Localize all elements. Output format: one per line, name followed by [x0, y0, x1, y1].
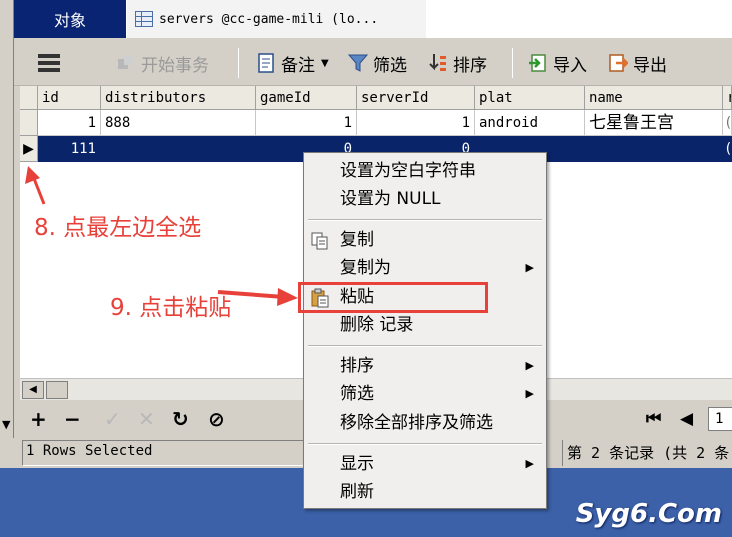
cell-distributors[interactable] — [101, 136, 256, 162]
cell-distributors[interactable]: 888 — [101, 110, 256, 136]
discard-changes-icon[interactable]: ✕ — [138, 408, 155, 430]
paste-highlight-box — [298, 282, 488, 313]
first-page-icon[interactable]: ⏮ — [646, 408, 661, 430]
column-header-r[interactable]: r — [723, 86, 732, 110]
refresh-icon[interactable]: ↻ — [172, 408, 189, 430]
copy-icon — [311, 232, 328, 250]
menu-remove-all-sort-filter[interactable]: 移除全部排序及筛选 — [304, 409, 546, 437]
row-indicator[interactable] — [20, 110, 38, 136]
tab-objects-label: 对象 — [53, 11, 86, 30]
annotation-step-8: 8. 点最左边全选 — [34, 215, 202, 241]
stop-icon[interactable]: ⊘ — [208, 408, 225, 430]
menu-set-empty-string[interactable]: 设置为空白字符串 — [304, 157, 546, 185]
menu-sort-label: 排序 — [340, 356, 374, 376]
menu-display-label: 显示 — [340, 454, 374, 474]
tab-scroll-handle[interactable] — [0, 0, 14, 38]
sort-icon — [429, 54, 446, 71]
sort-button[interactable]: 排序 — [428, 50, 487, 76]
table-grid-icon — [135, 11, 153, 27]
menu-copy-as[interactable]: 复制为 ▶ — [304, 254, 546, 282]
column-header-name[interactable]: name — [585, 86, 723, 110]
delete-record-icon[interactable]: − — [64, 408, 81, 430]
cell-gameid[interactable]: 1 — [256, 110, 357, 136]
memo-icon — [258, 53, 274, 73]
tab-strip-empty — [426, 0, 732, 38]
annotation-step-9: 9. 点击粘贴 — [110, 295, 232, 321]
memo-button[interactable]: 备注 ▼ — [256, 50, 329, 76]
cell-r[interactable]: ( — [723, 136, 732, 162]
column-header-gameid[interactable]: gameId — [256, 86, 357, 110]
memo-dropdown-icon[interactable]: ▼ — [321, 58, 329, 69]
tab-servers[interactable]: servers @cc-game-mili (lo... — [126, 0, 426, 38]
record-status: 第 2 条记录 (共 2 条) — [562, 440, 732, 466]
context-menu: 设置为空白字符串 设置为 NULL 复制 复制为 ▶ 粘贴 删除 记录 排序 ▶… — [303, 152, 547, 509]
submenu-arrow-icon: ▶ — [525, 457, 534, 470]
filter-label: 筛选 — [373, 55, 407, 76]
memo-label: 备注 — [281, 55, 315, 76]
cell-id[interactable]: 111 — [38, 136, 101, 162]
menu-separator — [308, 443, 542, 445]
left-rail — [0, 38, 14, 438]
add-record-icon[interactable]: + — [30, 408, 47, 430]
apply-changes-icon[interactable]: ✓ — [104, 408, 121, 430]
transaction-icon — [118, 56, 133, 69]
current-row-pointer-icon[interactable]: ▶ — [20, 136, 38, 162]
cell-id[interactable]: 1 — [38, 110, 101, 136]
column-header-id[interactable]: id — [38, 86, 101, 110]
menu-button[interactable] — [36, 50, 62, 76]
sort-label: 排序 — [453, 55, 487, 76]
column-header-serverid[interactable]: serverId — [357, 86, 475, 110]
toolbar-divider — [238, 48, 239, 78]
selection-status: 1 Rows Selected — [22, 440, 304, 466]
submenu-arrow-icon: ▶ — [525, 387, 534, 400]
menu-copy-label: 复制 — [340, 230, 374, 250]
column-header-plat[interactable]: plat — [475, 86, 585, 110]
import-icon — [529, 54, 546, 72]
begin-transaction-label: 开始事务 — [141, 55, 209, 76]
export-button[interactable]: 导出 — [608, 50, 667, 76]
tab-strip: 对象 servers @cc-game-mili (lo... — [0, 0, 732, 38]
hamburger-icon — [38, 54, 60, 72]
cell-name[interactable] — [585, 136, 723, 162]
scroll-left-icon[interactable]: ◀ — [22, 381, 44, 399]
menu-sort[interactable]: 排序 ▶ — [304, 352, 546, 380]
toolbar: 开始事务 备注 ▼ 筛选 排序 导入 导出 — [14, 38, 732, 86]
watermark: Syg6.Com — [575, 499, 722, 529]
funnel-icon — [348, 54, 368, 72]
menu-refresh[interactable]: 刷新 — [304, 478, 546, 506]
tab-objects[interactable]: 对象 — [14, 0, 126, 38]
menu-copy[interactable]: 复制 — [304, 226, 546, 254]
menu-display[interactable]: 显示 ▶ — [304, 450, 546, 478]
cell-name[interactable]: 七星鲁王宫 — [585, 110, 723, 136]
import-label: 导入 — [553, 55, 587, 76]
export-icon — [609, 54, 628, 72]
menu-set-null[interactable]: 设置为 NULL — [304, 185, 546, 213]
menu-separator — [308, 219, 542, 221]
select-all-corner[interactable] — [20, 86, 38, 110]
submenu-arrow-icon: ▶ — [525, 261, 534, 274]
menu-separator — [308, 345, 542, 347]
export-label: 导出 — [633, 55, 667, 76]
column-header-distributors[interactable]: distributors — [101, 86, 256, 110]
menu-delete-record[interactable]: 删除 记录 — [304, 311, 546, 339]
menu-filter[interactable]: 筛选 ▶ — [304, 380, 546, 408]
menu-filter-label: 筛选 — [340, 384, 374, 404]
page-number-input[interactable]: 1 — [708, 407, 732, 431]
cell-r[interactable]: ( — [723, 110, 732, 136]
left-scroll-down-icon[interactable]: ▼ — [2, 414, 10, 436]
prev-page-icon[interactable]: ◀ — [680, 408, 693, 430]
submenu-arrow-icon: ▶ — [525, 359, 534, 372]
tab-servers-label: servers @cc-game-mili (lo... — [159, 11, 379, 27]
filter-button[interactable]: 筛选 — [348, 50, 407, 76]
begin-transaction-button[interactable]: 开始事务 — [116, 50, 209, 76]
import-button[interactable]: 导入 — [528, 50, 587, 76]
toolbar-divider — [512, 48, 513, 78]
scroll-thumb[interactable] — [46, 381, 68, 399]
cell-plat[interactable]: android — [475, 110, 585, 136]
cell-serverid[interactable]: 1 — [357, 110, 475, 136]
menu-copy-as-label: 复制为 — [340, 258, 391, 278]
